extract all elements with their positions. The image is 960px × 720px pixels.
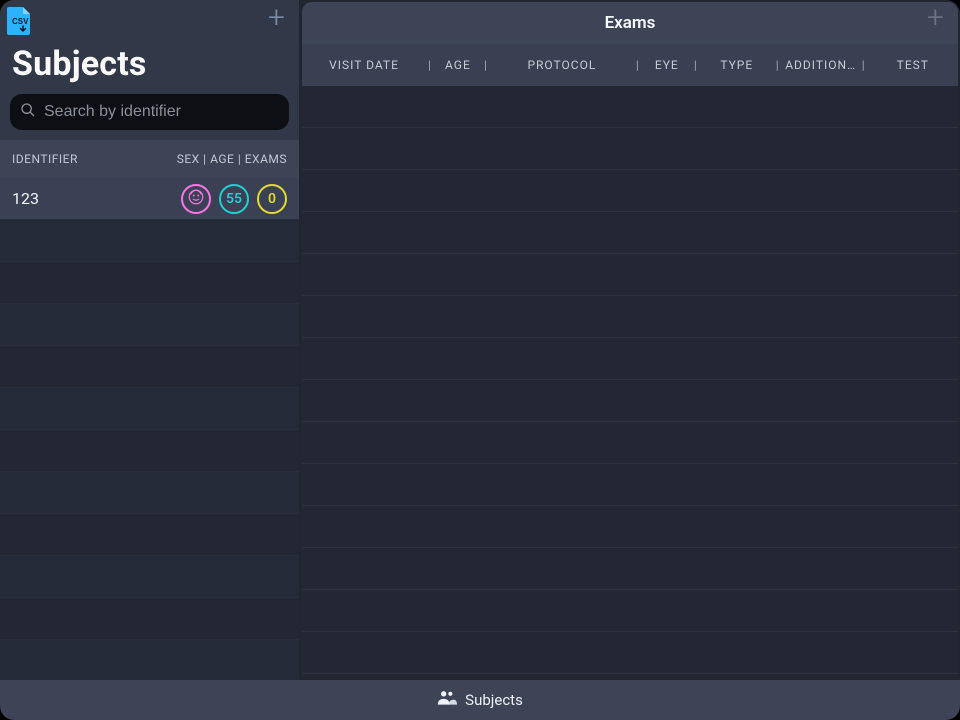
col-visit-date[interactable]: VISIT DATE	[302, 44, 426, 86]
col-additional[interactable]: ADDITION…	[782, 44, 860, 86]
subjects-column-header: IDENTIFIER SEX | AGE | EXAMS	[0, 140, 299, 178]
search-icon	[20, 102, 36, 122]
exams-count-badge: 0	[257, 184, 287, 214]
subject-row-empty	[0, 556, 299, 598]
exam-row-empty	[302, 422, 958, 464]
col-test[interactable]: TEST	[868, 44, 958, 86]
subject-row-empty	[0, 472, 299, 514]
exam-row-empty	[302, 632, 958, 674]
exam-row-empty	[302, 548, 958, 590]
subjects-tab-icon[interactable]	[437, 689, 457, 711]
subject-identifier: 123	[12, 189, 39, 208]
subjects-sidebar: CSV + Subjects	[0, 0, 300, 680]
exam-row-empty	[302, 170, 958, 212]
subject-row-empty	[0, 388, 299, 430]
subject-row-empty	[0, 220, 299, 262]
subject-row[interactable]: 123	[0, 178, 299, 220]
subject-row-empty	[0, 598, 299, 640]
age-badge: 55	[219, 184, 249, 214]
exam-row-empty	[302, 128, 958, 170]
col-protocol[interactable]: PROTOCOL	[490, 44, 634, 86]
subject-row-empty	[0, 346, 299, 388]
col-meta-label: SEX | AGE | EXAMS	[177, 152, 287, 166]
exam-row-empty	[302, 338, 958, 380]
subject-row-empty	[0, 430, 299, 472]
exam-row-empty	[302, 296, 958, 338]
exams-panel: Exams + VISIT DATE | AGE | PROTOCOL | EY…	[300, 0, 960, 680]
exam-row-empty	[302, 86, 958, 128]
subject-row-empty	[0, 514, 299, 556]
subject-row-empty	[0, 262, 299, 304]
col-identifier-label: IDENTIFIER	[12, 152, 78, 166]
svg-text:CSV: CSV	[12, 17, 29, 26]
col-eye[interactable]: EYE	[642, 44, 692, 86]
exams-title: Exams	[605, 13, 656, 33]
col-type[interactable]: TYPE	[700, 44, 774, 86]
subjects-title: Subjects	[0, 40, 299, 94]
col-age[interactable]: AGE	[434, 44, 482, 86]
subject-search[interactable]	[10, 94, 289, 130]
export-csv-icon[interactable]: CSV	[6, 6, 32, 36]
exam-row-empty	[302, 380, 958, 422]
exams-header: Exams +	[302, 2, 958, 44]
exams-column-header: VISIT DATE | AGE | PROTOCOL | EYE | TYPE…	[302, 44, 958, 86]
sex-badge	[181, 184, 211, 214]
exam-row-empty	[302, 464, 958, 506]
subjects-list: 123	[0, 178, 299, 680]
exam-row-empty	[302, 212, 958, 254]
exam-row-empty	[302, 254, 958, 296]
subjects-tab-label[interactable]: Subjects	[465, 691, 523, 709]
exam-row-empty	[302, 506, 958, 548]
bottom-tab-bar: Subjects	[0, 680, 960, 720]
face-icon	[187, 188, 205, 210]
exams-list	[302, 86, 958, 678]
subject-row-empty	[0, 304, 299, 346]
exam-row-empty	[302, 590, 958, 632]
subject-search-input[interactable]	[44, 103, 279, 121]
add-subject-button[interactable]: +	[268, 6, 289, 30]
app-window: CSV + Subjects	[0, 0, 960, 720]
add-exam-button[interactable]: +	[927, 6, 948, 30]
